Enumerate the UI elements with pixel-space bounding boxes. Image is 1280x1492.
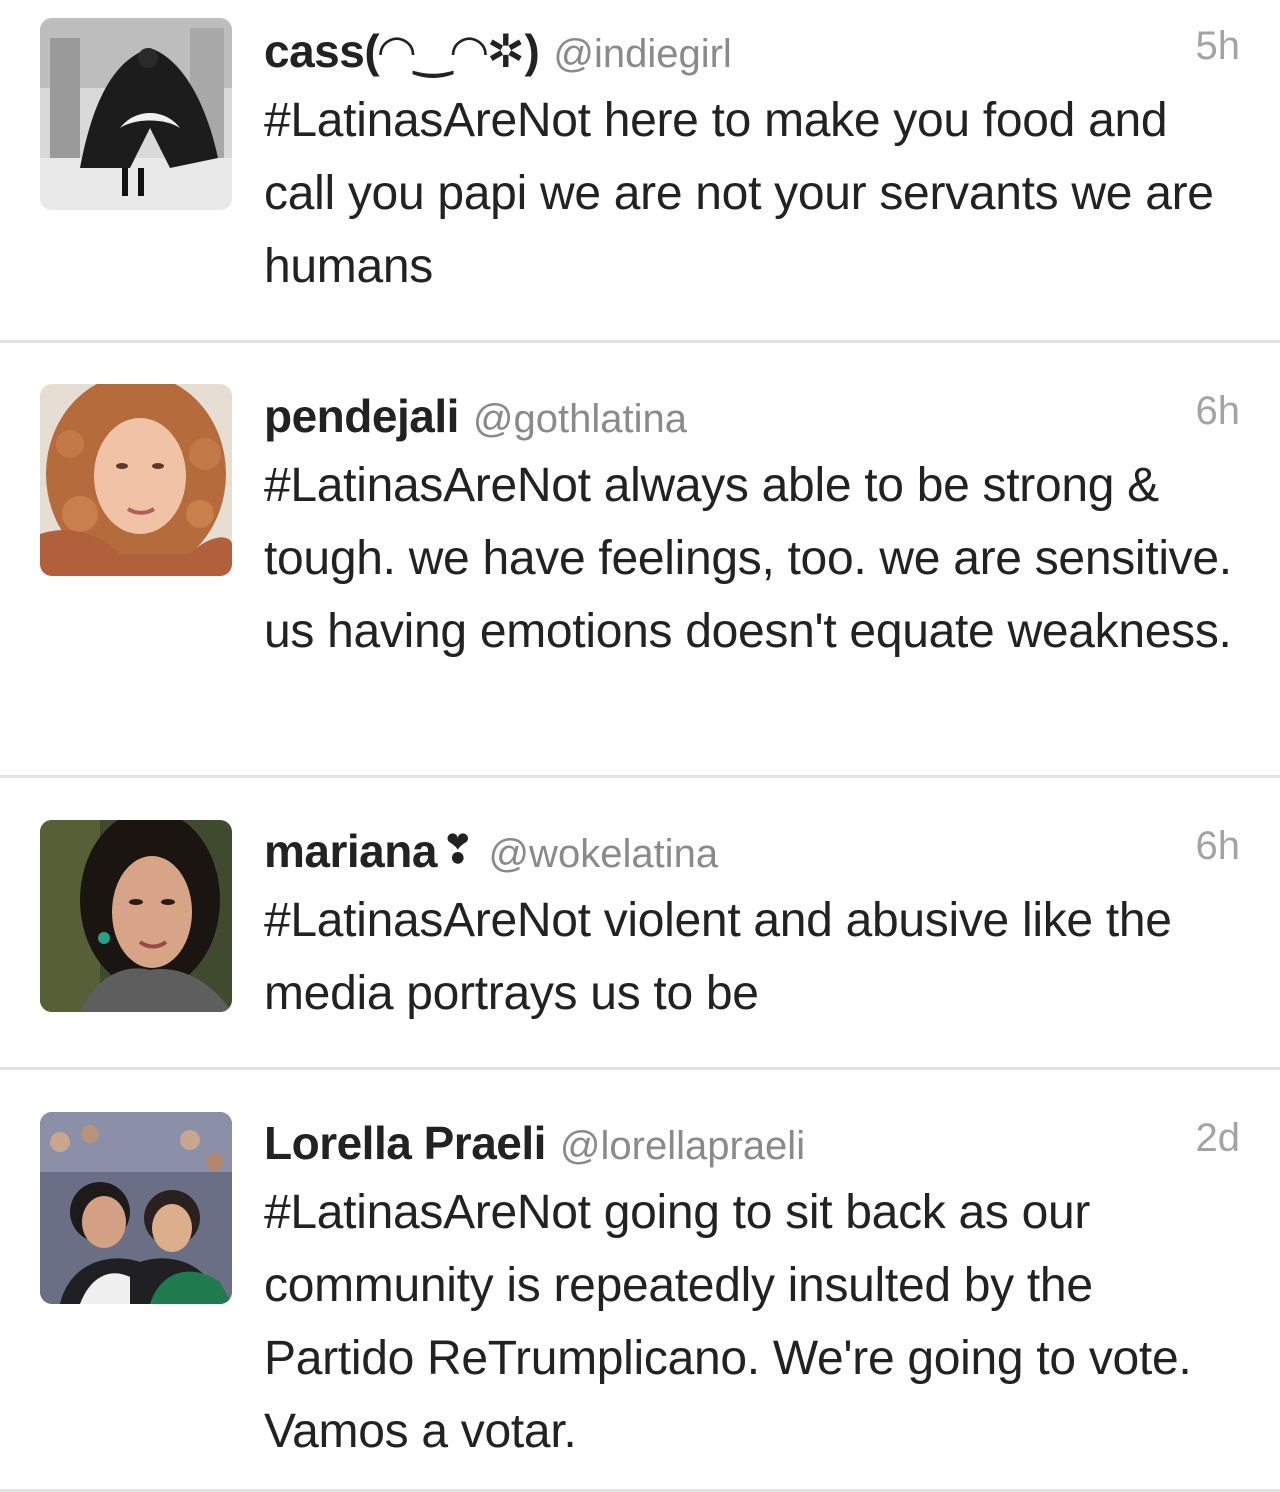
tweet-header: pendejali @gothlatina 6h [264,389,1240,445]
user-handle[interactable]: @gothlatina [473,397,687,441]
tweet-content: Lorella Praeli @lorellapraeli 2d #Latinas… [264,1116,1240,1468]
tweet-header: cass(◠‿◠✲) @indiegirl 5h [264,24,1240,80]
tweet-timestamp: 5h [1195,24,1241,68]
display-name[interactable]: pendejali [264,390,459,442]
tweet-timestamp: 6h [1195,824,1241,868]
tweet-text: #LatinasAreNot going to sit back as our … [264,1186,1192,1458]
display-name[interactable]: cass(◠‿◠✲) [264,25,540,77]
user-handle[interactable]: @indiegirl [553,32,731,76]
display-name[interactable]: mariana [264,825,437,877]
heart-exclamation-icon: ❣ [440,828,475,872]
avatar-image [40,384,232,576]
tweet-text: #LatinasAreNot violent and abusive like … [264,894,1172,1020]
tweet-header: mariana ❣ @wokelatina 6h [264,824,1240,880]
tweet-item[interactable]: cass(◠‿◠✲) @indiegirl 5h #LatinasAreNot h… [0,0,1280,343]
user-handle[interactable]: @lorellapraeli [560,1124,805,1168]
avatar[interactable] [40,384,232,576]
user-handle[interactable]: @wokelatina [488,832,718,876]
tweet-item[interactable]: mariana ❣ @wokelatina 6h #LatinasAreNot vi… [0,778,1280,1070]
avatar[interactable] [40,1112,232,1304]
avatar[interactable] [40,18,232,210]
tweet-timeline: cass(◠‿◠✲) @indiegirl 5h #LatinasAreNot h… [0,0,1280,1492]
tweet-text: #LatinasAreNot always able to be strong … [264,459,1232,658]
tweet-item[interactable]: pendejali @gothlatina 6h #LatinasAreNot a… [0,343,1280,778]
tweet-content: cass(◠‿◠✲) @indiegirl 5h #LatinasAreNot h… [264,24,1240,303]
avatar[interactable] [40,820,232,1012]
tweet-text: #LatinasAreNot here to make you food and… [264,94,1214,293]
tweet-header: Lorella Praeli @lorellapraeli 2d [264,1116,1240,1172]
display-name[interactable]: Lorella Praeli [264,1117,546,1169]
avatar-image [40,1112,232,1304]
tweet-content: mariana ❣ @wokelatina 6h #LatinasAreNot vi… [264,824,1240,1030]
tweet-timestamp: 2d [1195,1116,1241,1160]
tweet-timestamp: 6h [1195,389,1241,433]
tweet-item[interactable]: Lorella Praeli @lorellapraeli 2d #Latinas… [0,1070,1280,1492]
tweet-content: pendejali @gothlatina 6h #LatinasAreNot a… [264,389,1240,668]
avatar-image [40,820,232,1012]
avatar-image [40,18,232,210]
